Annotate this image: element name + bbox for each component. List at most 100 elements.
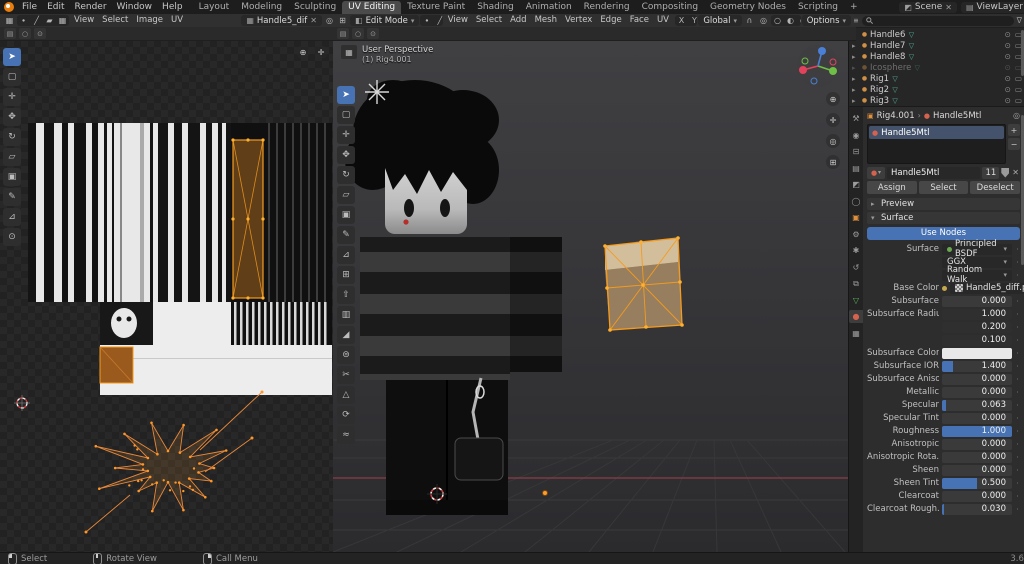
workspace-tab[interactable]: Scripting [792, 1, 844, 14]
property-slider[interactable]: 0.000 [942, 464, 1012, 476]
decorator-dot[interactable]: · [1015, 323, 1020, 332]
viewport-tool-spin[interactable]: ⟳ [337, 406, 355, 424]
viewport-menu-item[interactable]: Edge [596, 14, 625, 27]
mesh-select-mode-icon[interactable]: ╱ [433, 15, 442, 26]
decorator-dot[interactable]: · [1015, 349, 1020, 358]
property-slider[interactable]: 0.500 [942, 477, 1012, 489]
properties-tab-view-layer[interactable]: ▤ [849, 162, 863, 175]
material-name-field[interactable]: Handle5Mtl [887, 166, 981, 179]
expand-arrow-icon[interactable]: ▸ [852, 53, 859, 61]
uv-select-mode-icon[interactable]: ▦ [56, 15, 69, 26]
viewport-menu-item[interactable]: Vertex [561, 14, 596, 27]
decorator-dot[interactable]: · [1015, 505, 1020, 514]
property-slider[interactable]: 0.000 [942, 373, 1012, 385]
pan-icon[interactable]: ✛ [826, 113, 840, 127]
uv-editor-type-icon[interactable]: ▦ [3, 15, 16, 26]
decorator-dot[interactable]: · [1015, 297, 1020, 306]
property-slider[interactable]: 0.063 [942, 399, 1012, 411]
workspace-tab[interactable]: Geometry Nodes [704, 1, 792, 14]
property-slider[interactable]: 0.000 [942, 438, 1012, 450]
material-slot-item[interactable]: ● Handle5Mtl [869, 126, 1004, 139]
decorator-dot[interactable]: · [1015, 362, 1020, 371]
app-menu-item[interactable]: Window [112, 0, 158, 14]
property-slider[interactable]: 0.000 [942, 490, 1012, 502]
uv-menu-item[interactable]: UV [167, 14, 187, 27]
viewport-tool-select-box[interactable]: ▢ [337, 106, 355, 124]
viewport-tool-bevel[interactable]: ◢ [337, 326, 355, 344]
decorator-dot[interactable]: · [1015, 453, 1020, 462]
shader-dropdown[interactable]: Principled BSDF ▾ [942, 239, 1012, 259]
uv-tool-transform[interactable]: ▣ [3, 168, 21, 186]
decorator-dot[interactable]: · [1015, 440, 1020, 449]
workspace-tab[interactable]: Compositing [636, 1, 704, 14]
viewport-tool-scale[interactable]: ▱ [337, 186, 355, 204]
object-name[interactable]: Rig1 [870, 74, 889, 84]
blender-logo-icon[interactable] [4, 2, 14, 12]
property-slider[interactable]: 1.000 [942, 425, 1012, 437]
viewport-tool-transform[interactable]: ▣ [337, 206, 355, 224]
properties-tab-tool[interactable]: ⚒ [849, 112, 863, 125]
hide-eye-icon[interactable]: ⊙ [1005, 96, 1011, 105]
preview-panel-header[interactable]: ▸ Preview [867, 198, 1020, 210]
filter-icon[interactable]: ∇ [1017, 16, 1022, 25]
properties-tab-render[interactable]: ◉ [849, 129, 863, 142]
uv-menu-item[interactable]: View [70, 14, 98, 27]
property-slider[interactable]: 0.200 [942, 321, 1012, 333]
workspace-tab[interactable]: Shading [471, 1, 520, 14]
decorator-dot[interactable]: · [1015, 401, 1020, 410]
uv-proportional-icon[interactable]: ○ [19, 28, 31, 39]
use-nodes-button[interactable]: Use Nodes [867, 226, 1020, 240]
workspace-tab[interactable]: Layout [193, 1, 236, 14]
mesh-select-mode-icon[interactable]: ∙ [420, 15, 433, 26]
pin-icon[interactable]: ◎ [1013, 111, 1020, 120]
decorator-dot[interactable]: · [1015, 245, 1020, 254]
material-slot-list[interactable]: ● Handle5Mtl [867, 124, 1006, 164]
render-visibility-icon[interactable]: ▭ [1015, 85, 1022, 94]
surface-panel-header[interactable]: ▾ Surface [867, 211, 1020, 224]
uv-tool-cursor-2d[interactable]: ✛ [3, 88, 21, 106]
properties-tab-particles[interactable]: ✱ [849, 244, 863, 257]
material-action-button[interactable]: Deselect [970, 181, 1021, 194]
fake-user-shield-icon[interactable] [1001, 167, 1010, 178]
properties-tab-modifiers[interactable]: ⚙ [849, 228, 863, 241]
uv-menu-item[interactable]: Select [98, 14, 132, 27]
property-slider[interactable]: 0.000 [942, 412, 1012, 424]
hide-eye-icon[interactable]: ⊙ [1005, 63, 1011, 72]
viewport-tool-knife[interactable]: ✂ [337, 366, 355, 384]
uv-image-selector[interactable]: ▦ Handle5_dif ✕ [241, 15, 322, 26]
vp-transform-icon[interactable]: ▤ [337, 28, 349, 39]
properties-tab-scene[interactable]: ◩ [849, 178, 863, 191]
workspace-tab[interactable]: Texture Paint [401, 1, 471, 14]
object-name[interactable]: Rig3 [870, 96, 889, 106]
outliner-row[interactable]: ▸ ● Rig3 ▽ ⊙ ▭ [849, 95, 1024, 106]
zoom-icon[interactable]: ⊕ [826, 92, 840, 106]
viewport-canvas[interactable] [333, 40, 848, 552]
viewport-tool-smooth[interactable]: ≈ [337, 426, 355, 444]
users-count-button[interactable]: 11 [982, 166, 1000, 179]
outliner-row[interactable]: ▸ ● Handle6 ▽ ⊙ ▭ [849, 29, 1024, 40]
viewport-tool-inset-faces[interactable]: ▥ [337, 306, 355, 324]
decorator-dot[interactable]: · [1015, 427, 1020, 436]
properties-tab-world[interactable]: ◯ [849, 195, 863, 208]
viewport-menu-item[interactable]: Face [626, 14, 653, 27]
grid-ortho-icon[interactable]: ⊞ [826, 155, 840, 169]
base-color-image-field[interactable]: Handle5_diff.png ✕ [950, 282, 1024, 294]
workspace-tab[interactable]: Rendering [578, 1, 636, 14]
viewport-tool-extrude-region[interactable]: ⇧ [337, 286, 355, 304]
snap-magnet-icon[interactable]: ∩ [743, 15, 756, 26]
uv-tool-select-box[interactable]: ▢ [3, 68, 21, 86]
uv-tool-sample[interactable]: ⊙ [3, 228, 21, 246]
mode-selector[interactable]: ◧ Edit Mode ▾ [350, 15, 420, 26]
properties-tab-object-data[interactable]: ▽ [849, 294, 863, 307]
viewport-tool-move[interactable]: ✥ [337, 146, 355, 164]
browse-material-button[interactable]: ● ▾ [867, 166, 885, 179]
uv-select-mode-icon[interactable]: ╱ [30, 15, 43, 26]
app-menu-item[interactable]: File [17, 0, 42, 14]
object-name[interactable]: Handle8 [870, 52, 905, 62]
mirror-axis-button[interactable]: Y [688, 15, 697, 26]
color-socket-icon[interactable] [942, 285, 947, 291]
breadcrumb-material[interactable]: Handle5Mtl [933, 111, 981, 121]
object-name[interactable]: Handle6 [870, 30, 905, 40]
decorator-dot[interactable]: · [1015, 466, 1020, 475]
material-action-button[interactable]: Select [918, 181, 969, 194]
